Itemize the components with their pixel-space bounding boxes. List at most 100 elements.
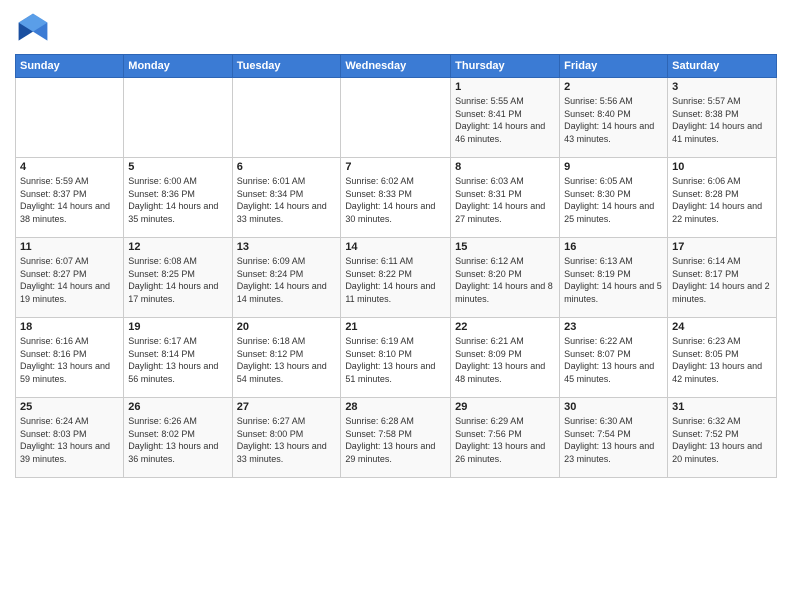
calendar-cell-w3-d3: 13 Sunrise: 6:09 AM Sunset: 8:24 PM Dayli… [232,238,341,318]
week-row-5: 25Sunrise: 6:24 AM Sunset: 8:03 PM Dayli… [16,398,777,478]
day-number: 18 [20,321,119,333]
day-info: Sunrise: 5:56 AM Sunset: 8:40 PM Dayligh… [564,95,663,145]
calendar-cell-w2-d1: 4 Sunrise: 5:59 AM Sunset: 8:37 PM Daylig… [16,158,124,238]
header-friday: Friday [560,55,668,78]
header-tuesday: Tuesday [232,55,341,78]
calendar-cell-w1-d4 [341,78,451,158]
logo [15,10,55,46]
day-info: Sunrise: 6:22 AM Sunset: 8:07 PM Dayligh… [564,335,663,385]
day-number: 2 [564,81,663,93]
calendar-cell-w4-d6: 23 Sunrise: 6:22 AM Sunset: 8:07 PM Dayli… [560,318,668,398]
week-row-4: 18 Sunrise: 6:16 AM Sunset: 8:16 PM Dayli… [16,318,777,398]
day-info: Sunrise: 6:12 AM Sunset: 8:20 PM Dayligh… [455,255,555,305]
day-info: Sunrise: 6:27 AM Sunset: 8:00 PM Dayligh… [237,415,337,465]
day-info: Sunrise: 6:00 AM Sunset: 8:36 PM Dayligh… [128,175,227,225]
calendar-cell-w5-d4: 28Sunrise: 6:28 AM Sunset: 7:58 PM Dayli… [341,398,451,478]
day-info: Sunrise: 6:13 AM Sunset: 8:19 PM Dayligh… [564,255,663,305]
day-info: Sunrise: 6:11 AM Sunset: 8:22 PM Dayligh… [345,255,446,305]
day-info: Sunrise: 6:01 AM Sunset: 8:34 PM Dayligh… [237,175,337,225]
week-row-2: 4 Sunrise: 5:59 AM Sunset: 8:37 PM Daylig… [16,158,777,238]
page: SundayMondayTuesdayWednesdayThursdayFrid… [0,0,792,612]
day-number: 20 [237,321,337,333]
day-info: Sunrise: 6:29 AM Sunset: 7:56 PM Dayligh… [455,415,555,465]
calendar-cell-w3-d7: 17 Sunrise: 6:14 AM Sunset: 8:17 PM Dayli… [668,238,777,318]
day-number: 15 [455,241,555,253]
header-thursday: Thursday [451,55,560,78]
header-sunday: Sunday [16,55,124,78]
calendar-cell-w2-d7: 10Sunrise: 6:06 AM Sunset: 8:28 PM Dayli… [668,158,777,238]
day-info: Sunrise: 5:55 AM Sunset: 8:41 PM Dayligh… [455,95,555,145]
header-saturday: Saturday [668,55,777,78]
calendar-cell-w4-d2: 19 Sunrise: 6:17 AM Sunset: 8:14 PM Dayli… [124,318,232,398]
day-info: Sunrise: 6:05 AM Sunset: 8:30 PM Dayligh… [564,175,663,225]
day-number: 29 [455,401,555,413]
day-number: 19 [128,321,227,333]
day-info: Sunrise: 6:06 AM Sunset: 8:28 PM Dayligh… [672,175,772,225]
calendar-cell-w4-d5: 22 Sunrise: 6:21 AM Sunset: 8:09 PM Dayli… [451,318,560,398]
day-number: 26 [128,401,227,413]
day-number: 1 [455,81,555,93]
day-number: 8 [455,161,555,173]
calendar-cell-w5-d3: 27Sunrise: 6:27 AM Sunset: 8:00 PM Dayli… [232,398,341,478]
day-info: Sunrise: 6:30 AM Sunset: 7:54 PM Dayligh… [564,415,663,465]
logo-icon [15,10,51,46]
day-info: Sunrise: 6:09 AM Sunset: 8:24 PM Dayligh… [237,255,337,305]
calendar-header-row: SundayMondayTuesdayWednesdayThursdayFrid… [16,55,777,78]
header-monday: Monday [124,55,232,78]
header [15,10,777,46]
calendar-cell-w2-d4: 7 Sunrise: 6:02 AM Sunset: 8:33 PM Daylig… [341,158,451,238]
day-info: Sunrise: 6:03 AM Sunset: 8:31 PM Dayligh… [455,175,555,225]
calendar-cell-w1-d7: 3 Sunrise: 5:57 AM Sunset: 8:38 PM Daylig… [668,78,777,158]
day-number: 16 [564,241,663,253]
header-wednesday: Wednesday [341,55,451,78]
day-number: 14 [345,241,446,253]
calendar-cell-w5-d7: 31 Sunrise: 6:32 AM Sunset: 7:52 PM Dayli… [668,398,777,478]
calendar-cell-w3-d6: 16 Sunrise: 6:13 AM Sunset: 8:19 PM Dayli… [560,238,668,318]
day-number: 24 [672,321,772,333]
calendar-cell-w4-d3: 20 Sunrise: 6:18 AM Sunset: 8:12 PM Dayli… [232,318,341,398]
day-info: Sunrise: 6:24 AM Sunset: 8:03 PM Dayligh… [20,415,119,465]
day-number: 5 [128,161,227,173]
day-number: 31 [672,401,772,413]
calendar-table: SundayMondayTuesdayWednesdayThursdayFrid… [15,54,777,478]
calendar-cell-w2-d3: 6 Sunrise: 6:01 AM Sunset: 8:34 PM Daylig… [232,158,341,238]
day-info: Sunrise: 6:07 AM Sunset: 8:27 PM Dayligh… [20,255,119,305]
day-info: Sunrise: 6:17 AM Sunset: 8:14 PM Dayligh… [128,335,227,385]
day-info: Sunrise: 6:32 AM Sunset: 7:52 PM Dayligh… [672,415,772,465]
day-number: 4 [20,161,119,173]
day-info: Sunrise: 6:21 AM Sunset: 8:09 PM Dayligh… [455,335,555,385]
day-info: Sunrise: 6:02 AM Sunset: 8:33 PM Dayligh… [345,175,446,225]
calendar-cell-w4-d7: 24 Sunrise: 6:23 AM Sunset: 8:05 PM Dayli… [668,318,777,398]
day-info: Sunrise: 6:23 AM Sunset: 8:05 PM Dayligh… [672,335,772,385]
calendar-cell-w1-d1 [16,78,124,158]
day-number: 6 [237,161,337,173]
week-row-3: 11 Sunrise: 6:07 AM Sunset: 8:27 PM Dayli… [16,238,777,318]
day-info: Sunrise: 6:18 AM Sunset: 8:12 PM Dayligh… [237,335,337,385]
week-row-1: 1 Sunrise: 5:55 AM Sunset: 8:41 PM Daylig… [16,78,777,158]
calendar-cell-w1-d3 [232,78,341,158]
day-info: Sunrise: 6:26 AM Sunset: 8:02 PM Dayligh… [128,415,227,465]
day-number: 22 [455,321,555,333]
day-info: Sunrise: 6:14 AM Sunset: 8:17 PM Dayligh… [672,255,772,305]
calendar-cell-w1-d5: 1 Sunrise: 5:55 AM Sunset: 8:41 PM Daylig… [451,78,560,158]
day-info: Sunrise: 6:08 AM Sunset: 8:25 PM Dayligh… [128,255,227,305]
day-info: Sunrise: 5:57 AM Sunset: 8:38 PM Dayligh… [672,95,772,145]
day-number: 30 [564,401,663,413]
day-number: 23 [564,321,663,333]
day-number: 7 [345,161,446,173]
day-number: 17 [672,241,772,253]
day-number: 3 [672,81,772,93]
calendar-cell-w5-d6: 30 Sunrise: 6:30 AM Sunset: 7:54 PM Dayli… [560,398,668,478]
calendar-cell-w2-d6: 9Sunrise: 6:05 AM Sunset: 8:30 PM Daylig… [560,158,668,238]
day-number: 21 [345,321,446,333]
day-number: 12 [128,241,227,253]
calendar-cell-w3-d4: 14 Sunrise: 6:11 AM Sunset: 8:22 PM Dayli… [341,238,451,318]
calendar-cell-w1-d6: 2 Sunrise: 5:56 AM Sunset: 8:40 PM Daylig… [560,78,668,158]
calendar-cell-w5-d1: 25Sunrise: 6:24 AM Sunset: 8:03 PM Dayli… [16,398,124,478]
day-info: Sunrise: 5:59 AM Sunset: 8:37 PM Dayligh… [20,175,119,225]
calendar-cell-w1-d2 [124,78,232,158]
day-number: 13 [237,241,337,253]
day-number: 11 [20,241,119,253]
calendar-cell-w2-d2: 5 Sunrise: 6:00 AM Sunset: 8:36 PM Daylig… [124,158,232,238]
day-info: Sunrise: 6:16 AM Sunset: 8:16 PM Dayligh… [20,335,119,385]
